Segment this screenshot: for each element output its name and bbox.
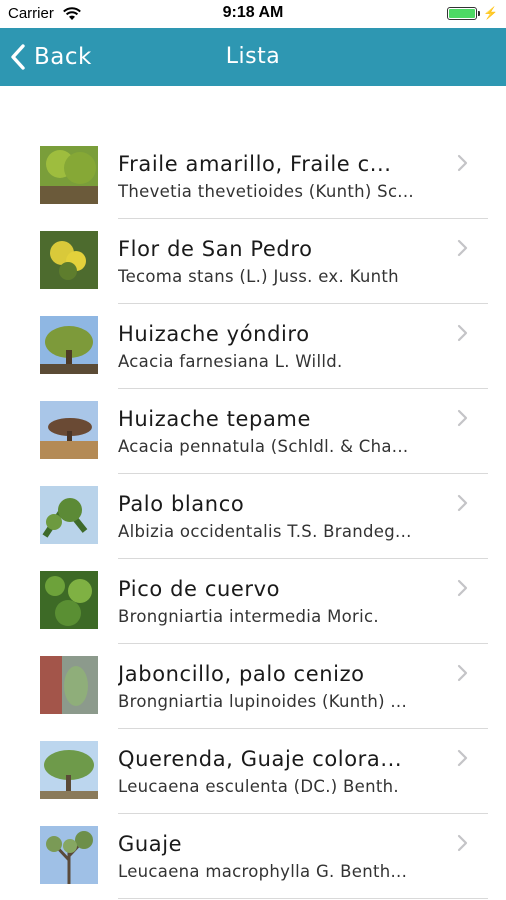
battery-fill	[449, 8, 476, 18]
item-text: Jaboncillo, palo cenizo Brongniartia lupi…	[118, 660, 460, 714]
item-text: Huizache tepame Acacia pennatula (Schldl.…	[118, 405, 460, 459]
item-text: Huizache yóndiro Acacia farnesiana L. Wil…	[118, 320, 460, 374]
scientific-name: Brongniartia lupinoides (Kunth) ...	[118, 692, 408, 711]
common-name: Pico de cuervo	[118, 577, 281, 601]
list-item[interactable]: Huizache tepame Acacia pennatula (Schldl.…	[0, 389, 506, 474]
plant-thumbnail	[40, 571, 98, 629]
common-name: Huizache yóndiro	[118, 322, 310, 346]
charging-icon: ⚡	[483, 6, 498, 20]
item-text: Flor de San Pedro Tecoma stans (L.) Juss.…	[118, 235, 460, 289]
chevron-right-icon	[457, 154, 468, 172]
scientific-name: Albizia occidentalis T.S. Brandeg...	[118, 522, 412, 541]
item-text: Pico de cuervo Brongniartia intermedia Mo…	[118, 575, 460, 629]
navigation-bar: Back Lista	[0, 28, 506, 86]
item-text: Guaje Leucaena macrophylla G. Benth...	[118, 830, 460, 884]
plant-thumbnail	[40, 401, 98, 459]
scientific-name: Brongniartia intermedia Moric.	[118, 607, 379, 626]
common-name: Querenda, Guaje colora...	[118, 747, 403, 771]
common-name: Jaboncillo, palo cenizo	[118, 662, 365, 686]
list-item[interactable]: Pico de cuervo Brongniartia intermedia Mo…	[0, 559, 506, 644]
status-time: 9:18 AM	[222, 4, 284, 21]
list-item[interactable]: Fraile amarillo, Fraile c... Thevetia the…	[0, 134, 506, 219]
common-name: Huizache tepame	[118, 407, 312, 431]
scientific-name: Acacia pennatula (Schldl. & Cha...	[118, 437, 409, 456]
scientific-name: Leucaena macrophylla G. Benth...	[118, 862, 408, 881]
item-text: Palo blanco Albizia occidentalis T.S. Bra…	[118, 490, 460, 544]
page-title: Lista	[225, 44, 281, 69]
scientific-name: Thevetia thevetioides (Kunth) Sc...	[118, 182, 414, 201]
battery-icon: ⚡	[447, 6, 498, 20]
plant-list: Fraile amarillo, Fraile c... Thevetia the…	[0, 134, 506, 899]
chevron-right-icon	[457, 749, 468, 767]
plant-thumbnail	[40, 741, 98, 799]
list-item[interactable]: Guaje Leucaena macrophylla G. Benth...	[0, 814, 506, 899]
list-item[interactable]: Huizache yóndiro Acacia farnesiana L. Wil…	[0, 304, 506, 389]
list-item[interactable]: Flor de San Pedro Tecoma stans (L.) Juss.…	[0, 219, 506, 304]
plant-thumbnail	[40, 656, 98, 714]
chevron-right-icon	[457, 494, 468, 512]
chevron-right-icon	[457, 579, 468, 597]
list-item[interactable]: Querenda, Guaje colora... Leucaena escule…	[0, 729, 506, 814]
plant-thumbnail	[40, 146, 98, 204]
common-name: Palo blanco	[118, 492, 245, 516]
item-text: Querenda, Guaje colora... Leucaena escule…	[118, 745, 460, 799]
list-item[interactable]: Jaboncillo, palo cenizo Brongniartia lupi…	[0, 644, 506, 729]
chevron-right-icon	[457, 834, 468, 852]
scientific-name: Acacia farnesiana L. Willd.	[118, 352, 343, 371]
plant-thumbnail	[40, 231, 98, 289]
common-name: Fraile amarillo, Fraile c...	[118, 152, 392, 176]
common-name: Guaje	[118, 832, 183, 856]
chevron-right-icon	[457, 409, 468, 427]
chevron-right-icon	[457, 324, 468, 342]
scientific-name: Tecoma stans (L.) Juss. ex. Kunth	[118, 267, 399, 286]
row-separator	[118, 898, 488, 899]
plant-thumbnail	[40, 826, 98, 884]
chevron-right-icon	[457, 239, 468, 257]
common-name: Flor de San Pedro	[118, 237, 313, 261]
list-item[interactable]: Palo blanco Albizia occidentalis T.S. Bra…	[0, 474, 506, 559]
item-text: Fraile amarillo, Fraile c... Thevetia the…	[118, 150, 460, 204]
plant-thumbnail	[40, 486, 98, 544]
plant-thumbnail	[40, 316, 98, 374]
status-bar: Carrier 9:18 AM ⚡	[0, 0, 506, 28]
chevron-right-icon	[457, 664, 468, 682]
scientific-name: Leucaena esculenta (DC.) Benth.	[118, 777, 399, 796]
